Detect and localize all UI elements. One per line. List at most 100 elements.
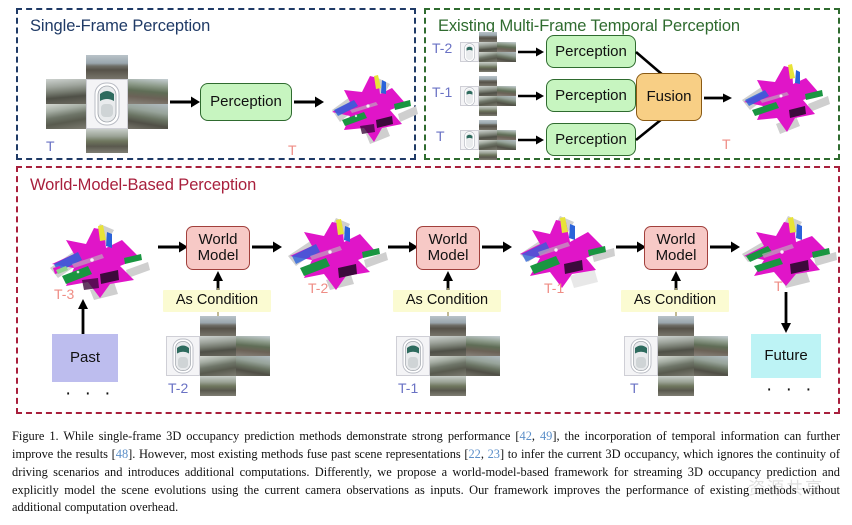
arrow-fusion-to-occupancy [704, 91, 732, 103]
perception-box-single[interactable]: Perception [200, 83, 292, 121]
caption-segment-3: ]. However, most existing methods fuse p… [128, 446, 469, 461]
camera-view-back [200, 376, 236, 396]
past-box-label: Past [69, 349, 100, 367]
camera-label-t-minus-2: T-2 [168, 380, 189, 396]
camera-view-back-left [200, 356, 236, 376]
arrow-rig-to-perception-3 [518, 133, 544, 145]
condition-label-box-1: As Condition [163, 290, 271, 312]
future-ellipsis: · · · [766, 379, 816, 400]
condition-label-text: As Condition [175, 292, 259, 309]
camera-view-back-right [128, 104, 168, 129]
arrow-occupancy-to-world-model-2 [388, 240, 418, 254]
camera-view-back-right [466, 356, 500, 376]
camera-view-front-right [466, 336, 500, 356]
perception-box-label: Perception [555, 86, 627, 104]
condition-label-box-3: As Condition [621, 290, 729, 312]
past-box[interactable]: Past [52, 334, 118, 382]
arrow-world-model-1-to-occupancy [252, 240, 282, 254]
caption-sep-1: , [531, 429, 540, 443]
camera-view-front-left [200, 336, 236, 356]
world-model-label-line2: Model [427, 247, 469, 264]
camera-view-front-right [236, 336, 270, 356]
ego-vehicle-icon [166, 336, 200, 376]
fusion-box-label: Fusion [646, 88, 692, 106]
arrow-occupancy-to-future [779, 292, 793, 334]
occupancy-label-t-minus-2: T-2 [308, 280, 329, 296]
condition-label-text: As Condition [405, 292, 489, 309]
camera-view-back [479, 106, 497, 116]
camera-view-front-left [46, 79, 86, 104]
citation-ref-42[interactable]: 42 [520, 429, 532, 443]
ego-vehicle-icon [624, 336, 658, 376]
camera-view-back-left [658, 356, 694, 376]
camera-view-front-left [479, 130, 497, 140]
camera-rig-t-minus-2 [460, 32, 516, 72]
camera-view-back-right [497, 140, 516, 150]
camera-view-back [658, 376, 694, 396]
camera-view-back-left [46, 104, 86, 129]
camera-view-back-left [430, 356, 466, 376]
arrow-rig-to-perception-2 [518, 89, 544, 101]
camera-view-back [479, 62, 497, 72]
condition-label-text: As Condition [633, 292, 717, 309]
future-box-label: Future [764, 347, 808, 365]
camera-view-front-left [479, 42, 497, 52]
timestep-label-t: T [436, 128, 445, 144]
world-model-label-line2: Model [655, 247, 697, 264]
panel-single-frame-perception: Single-Frame Perception T Perception T [16, 8, 418, 160]
panel-single-frame-title: Single-Frame Perception [30, 17, 211, 35]
citation-ref-22[interactable]: 22 [468, 447, 480, 461]
occupancy-map-t [734, 204, 842, 294]
world-model-label-line1: World [198, 231, 238, 249]
camera-view-back-left [479, 140, 497, 150]
ego-vehicle-icon [460, 42, 479, 62]
camera-rig-condition-t [624, 316, 728, 396]
panel-world-model-perception: World-Model-Based Perception T-3 Past · … [16, 166, 840, 414]
condition-label-box-2: As Condition [393, 290, 501, 312]
panel-multi-frame-perception: Existing Multi-Frame Temporal Perception… [424, 8, 840, 160]
figure-caption: Figure 1. While single-frame 3D occupanc… [12, 428, 840, 517]
perception-box-t-minus-1[interactable]: Perception [546, 79, 636, 112]
citation-ref-48[interactable]: 48 [116, 447, 128, 461]
timestep-label-t-minus-1: T-1 [432, 84, 453, 100]
camera-rig-t-minus-1 [460, 76, 516, 116]
ego-vehicle-icon [86, 79, 128, 129]
camera-view-front-left [658, 336, 694, 356]
camera-view-front [86, 55, 128, 79]
perception-box-label: Perception [555, 130, 627, 148]
occupancy-map-t-minus-2 [280, 204, 392, 296]
citation-ref-23[interactable]: 23 [488, 447, 500, 461]
world-model-box-3[interactable]: World Model [644, 226, 708, 270]
camera-view-back [430, 376, 466, 396]
caption-figure-label: Figure 1. [12, 429, 59, 443]
caption-segment-1: While single-frame 3D occupancy predicti… [58, 429, 520, 443]
camera-view-front-right [694, 336, 728, 356]
camera-view-front [200, 316, 236, 336]
citation-ref-49[interactable]: 49 [540, 429, 552, 443]
world-model-box-2[interactable]: World Model [416, 226, 480, 270]
arrow-rig-to-perception-1 [518, 45, 544, 57]
camera-view-front [479, 32, 497, 42]
camera-view-back-right [694, 356, 728, 376]
perception-box-t[interactable]: Perception [546, 123, 636, 156]
future-box[interactable]: Future [751, 334, 821, 378]
figure-diagram: Single-Frame Perception T Perception T E… [0, 0, 852, 420]
perception-box-t-minus-2[interactable]: Perception [546, 35, 636, 68]
camera-view-front-right [497, 42, 516, 52]
camera-view-front [479, 76, 497, 86]
fusion-box[interactable]: Fusion [636, 73, 702, 121]
camera-view-front-right [497, 130, 516, 140]
panel-world-model-title: World-Model-Based Perception [30, 176, 257, 194]
occupancy-label-t-minus-1: T-1 [544, 280, 565, 296]
world-model-label-line1: World [656, 231, 696, 249]
arrow-past-to-occupancy [76, 298, 90, 334]
perception-box-label: Perception [555, 42, 627, 60]
camera-view-front [430, 316, 466, 336]
camera-view-front [658, 316, 694, 336]
camera-view-back [86, 129, 128, 153]
world-model-box-1[interactable]: World Model [186, 226, 250, 270]
camera-view-front [479, 120, 497, 130]
arrow-rig-to-perception [170, 95, 200, 109]
camera-rig-single [46, 55, 168, 153]
camera-view-back-left [479, 96, 497, 106]
